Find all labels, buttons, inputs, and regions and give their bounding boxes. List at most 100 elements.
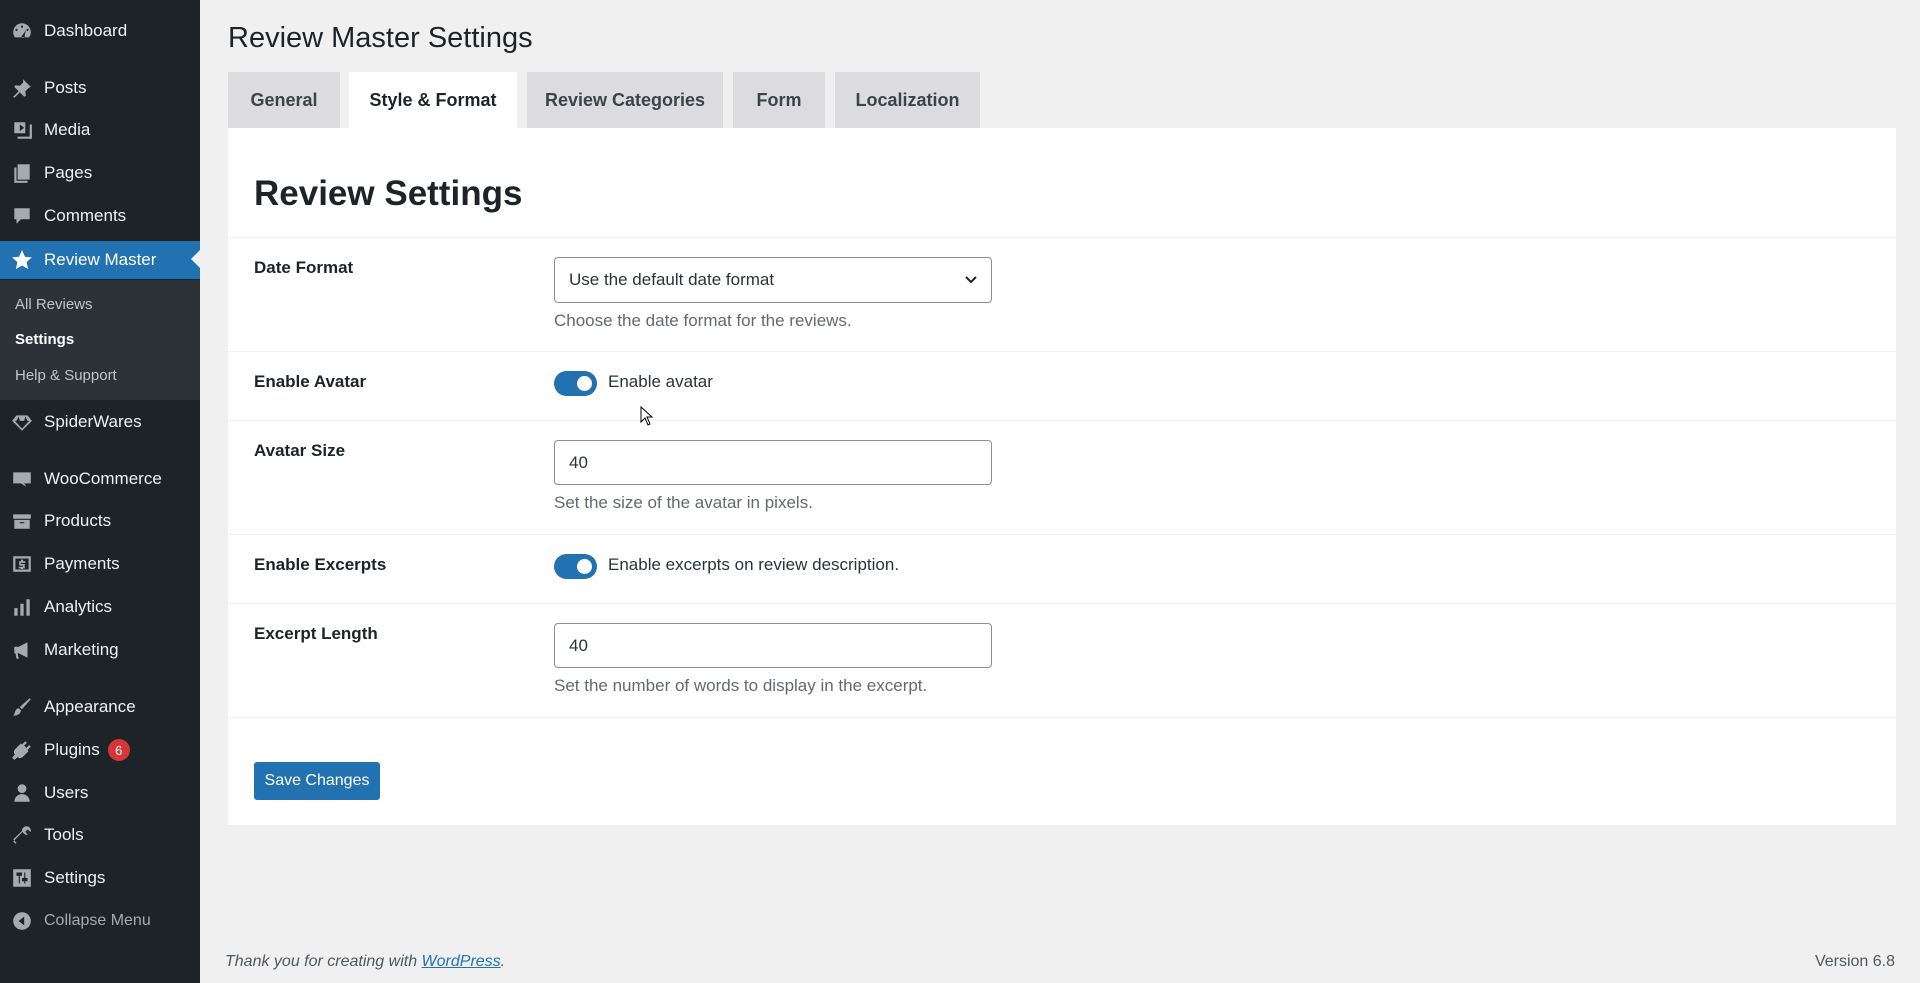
sidebar-item-label: Marketing bbox=[44, 640, 119, 659]
sidebar-item-appearance[interactable]: Appearance bbox=[0, 689, 200, 725]
sidebar-item-review-master[interactable]: Review Master bbox=[0, 241, 200, 279]
archive-icon bbox=[0, 503, 44, 539]
submenu-help-support[interactable]: Help & Support bbox=[15, 367, 117, 384]
excerpt-length-description: Set the number of words to display in th… bbox=[554, 676, 928, 695]
diamond-icon bbox=[0, 404, 44, 440]
row-divider bbox=[228, 717, 1896, 718]
sidebar-item-label: Analytics bbox=[44, 597, 113, 616]
footer-credit: Thank you for creating with WordPress. bbox=[225, 953, 505, 971]
comment-icon bbox=[0, 198, 44, 234]
sidebar-item-label: Settings bbox=[44, 868, 106, 887]
chevron-down-icon bbox=[965, 276, 977, 284]
settings-panel: Review Settings Date Format Use the defa… bbox=[228, 128, 1896, 825]
sliders-icon bbox=[0, 860, 44, 896]
woo-icon bbox=[0, 461, 44, 497]
avatar-size-description: Set the size of the avatar in pixels. bbox=[554, 493, 813, 512]
date-format-description: Choose the date format for the reviews. bbox=[554, 311, 852, 330]
sidebar-item-users[interactable]: Users bbox=[0, 775, 200, 811]
sidebar-item-label: Plugins bbox=[44, 740, 100, 759]
wp-version: Version 6.8 bbox=[1814, 953, 1895, 970]
collapse-icon bbox=[0, 903, 44, 939]
submenu-all-reviews[interactable]: All Reviews bbox=[15, 296, 93, 313]
sidebar-item-dashboard[interactable]: Dashboard bbox=[0, 13, 200, 49]
review-master-submenu: All Reviews Settings Help & Support bbox=[0, 280, 200, 400]
date-format-select[interactable]: Use the default date format bbox=[554, 257, 992, 303]
update-count-badge: 6 bbox=[107, 739, 130, 761]
admin-sidebar: Dashboard Posts Media Pages Comments Rev… bbox=[0, 0, 200, 983]
sidebar-item-payments[interactable]: Payments bbox=[0, 546, 200, 582]
enable-excerpts-toggle-label[interactable]: Enable excerpts on review description. bbox=[608, 555, 899, 575]
sidebar-item-media[interactable]: Media bbox=[0, 112, 200, 148]
page-title: Review Master Settings bbox=[228, 22, 533, 54]
section-title: Review Settings bbox=[254, 174, 523, 213]
save-changes-button[interactable]: Save Changes bbox=[254, 762, 380, 800]
sidebar-item-analytics[interactable]: Analytics bbox=[0, 589, 200, 625]
dashboard-icon bbox=[0, 13, 44, 49]
sidebar-item-label: Payments bbox=[44, 554, 120, 573]
enable-avatar-toggle[interactable] bbox=[554, 371, 597, 396]
sidebar-item-label: WooCommerce bbox=[44, 469, 162, 488]
wrench-icon bbox=[0, 817, 44, 853]
footer-thanks-text: Thank you for creating with bbox=[225, 953, 422, 970]
tab-form[interactable]: Form bbox=[733, 72, 825, 128]
row-divider bbox=[228, 420, 1896, 421]
pages-icon bbox=[0, 155, 44, 191]
dollar-icon bbox=[0, 546, 44, 582]
sidebar-item-posts[interactable]: Posts bbox=[0, 70, 200, 106]
row-divider bbox=[228, 534, 1896, 535]
enable-avatar-toggle-label[interactable]: Enable avatar bbox=[608, 372, 713, 392]
collapse-menu-button[interactable]: Collapse Menu bbox=[0, 903, 200, 939]
user-icon bbox=[0, 775, 44, 811]
wordpress-link[interactable]: WordPress bbox=[422, 953, 501, 970]
excerpt-length-label: Excerpt Length bbox=[254, 624, 378, 643]
tab-localization[interactable]: Localization bbox=[835, 72, 980, 128]
toggle-knob bbox=[577, 376, 592, 391]
row-divider bbox=[228, 603, 1896, 604]
sidebar-item-marketing[interactable]: Marketing bbox=[0, 632, 200, 668]
footer-thanks-suffix: . bbox=[500, 953, 506, 970]
sidebar-item-label: Products bbox=[44, 511, 112, 530]
pin-icon bbox=[0, 70, 44, 106]
sidebar-item-label: Appearance bbox=[44, 697, 136, 716]
sidebar-item-label: Dashboard bbox=[44, 21, 128, 40]
row-divider bbox=[228, 351, 1896, 352]
submenu-settings[interactable]: Settings bbox=[15, 331, 74, 348]
tab-general[interactable]: General bbox=[228, 72, 340, 128]
plugin-icon bbox=[0, 732, 44, 768]
enable-excerpts-toggle[interactable] bbox=[554, 554, 597, 579]
star-icon bbox=[0, 242, 44, 278]
collapse-menu-label: Collapse Menu bbox=[44, 912, 151, 929]
mouse-cursor-icon bbox=[640, 406, 654, 426]
tab-style-format[interactable]: Style & Format bbox=[349, 72, 517, 128]
excerpt-length-input[interactable] bbox=[554, 623, 992, 668]
date-format-label: Date Format bbox=[254, 258, 354, 277]
brush-icon bbox=[0, 689, 44, 725]
sidebar-item-label: Media bbox=[44, 120, 91, 139]
sidebar-item-tools[interactable]: Tools bbox=[0, 817, 200, 853]
megaphone-icon bbox=[0, 632, 44, 668]
bar-chart-icon bbox=[0, 589, 44, 625]
sidebar-item-label: Comments bbox=[44, 206, 127, 225]
enable-avatar-label: Enable Avatar bbox=[254, 372, 367, 391]
sidebar-item-label: Pages bbox=[44, 163, 93, 182]
date-format-selected-value: Use the default date format bbox=[569, 270, 775, 289]
enable-excerpts-label: Enable Excerpts bbox=[254, 555, 387, 574]
sidebar-item-woocommerce[interactable]: WooCommerce bbox=[0, 461, 200, 497]
sidebar-item-plugins[interactable]: Plugins 6 bbox=[0, 732, 200, 768]
sidebar-item-label: Tools bbox=[44, 825, 84, 844]
toggle-knob bbox=[577, 559, 592, 574]
sidebar-item-label: Users bbox=[44, 783, 89, 802]
sidebar-item-label: Review Master bbox=[44, 250, 157, 269]
avatar-size-input[interactable] bbox=[554, 440, 992, 485]
tab-review-categories[interactable]: Review Categories bbox=[527, 72, 723, 128]
sidebar-item-comments[interactable]: Comments bbox=[0, 198, 200, 234]
sidebar-item-settings[interactable]: Settings bbox=[0, 860, 200, 896]
sidebar-item-products[interactable]: Products bbox=[0, 503, 200, 539]
sidebar-item-pages[interactable]: Pages bbox=[0, 155, 200, 191]
sidebar-item-spiderwares[interactable]: SpiderWares bbox=[0, 404, 200, 440]
media-icon bbox=[0, 112, 44, 148]
row-divider bbox=[228, 237, 1896, 238]
avatar-size-label: Avatar Size bbox=[254, 441, 346, 460]
sidebar-item-label: SpiderWares bbox=[44, 412, 142, 431]
sidebar-item-label: Posts bbox=[44, 78, 87, 97]
